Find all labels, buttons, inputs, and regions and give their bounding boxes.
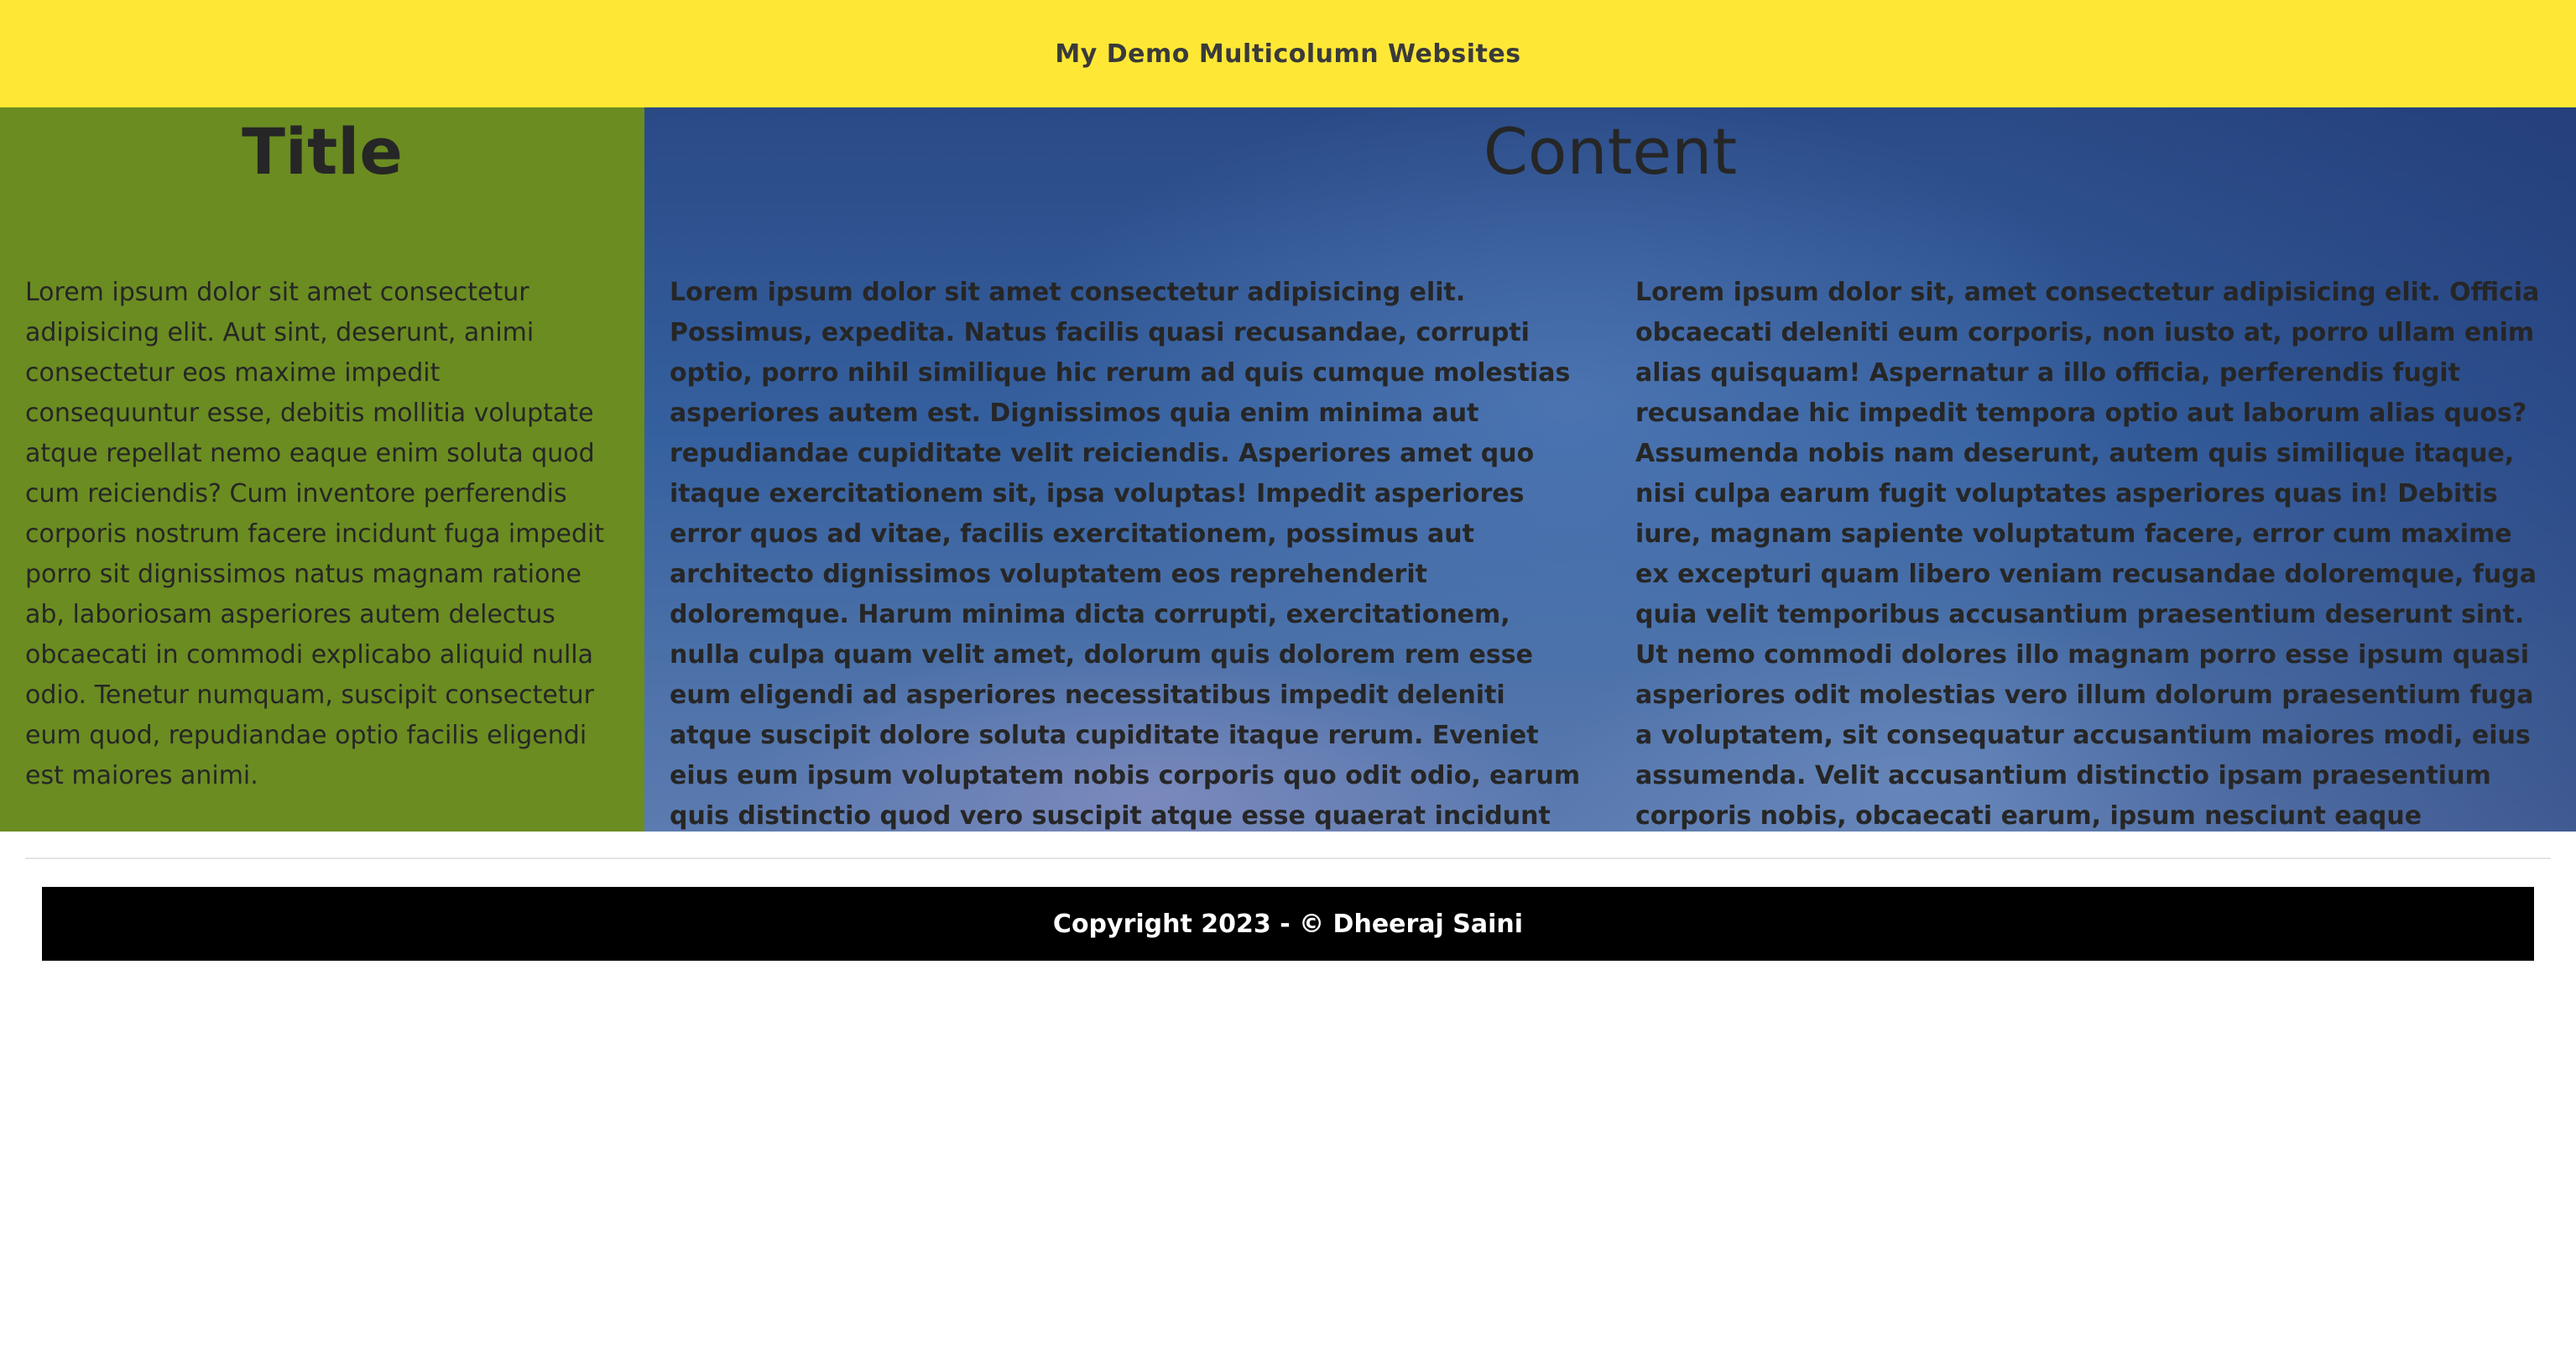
horizontal-divider (25, 858, 2551, 859)
columns-container: Title Lorem ipsum dolor sit amet consect… (0, 107, 2576, 832)
content-heading: Content (1483, 114, 1738, 189)
page: My Demo Multicolumn Websites Title Lorem… (0, 0, 2576, 1366)
copyright-text: Copyright 2023 - © Dheeraj Saini (1052, 909, 1524, 939)
content-column: Content Lorem ipsum dolor sit amet conse… (644, 107, 2576, 832)
sidebar-paragraph: Lorem ipsum dolor sit amet consectetur a… (25, 278, 605, 790)
site-footer: Copyright 2023 - © Dheeraj Saini (42, 887, 2534, 961)
sidebar-heading: Title (242, 114, 403, 189)
site-header: My Demo Multicolumn Websites (0, 0, 2576, 107)
content-subcolumns: Lorem ipsum dolor sit amet consectetur a… (644, 273, 2576, 832)
site-title: My Demo Multicolumn Websites (1055, 39, 1521, 69)
sidebar-column: Title Lorem ipsum dolor sit amet consect… (0, 107, 644, 832)
content-paragraph-1: Lorem ipsum dolor sit amet consectetur a… (670, 278, 1581, 831)
content-paragraph-2: Lorem ipsum dolor sit, amet consectetur … (1635, 278, 2540, 831)
